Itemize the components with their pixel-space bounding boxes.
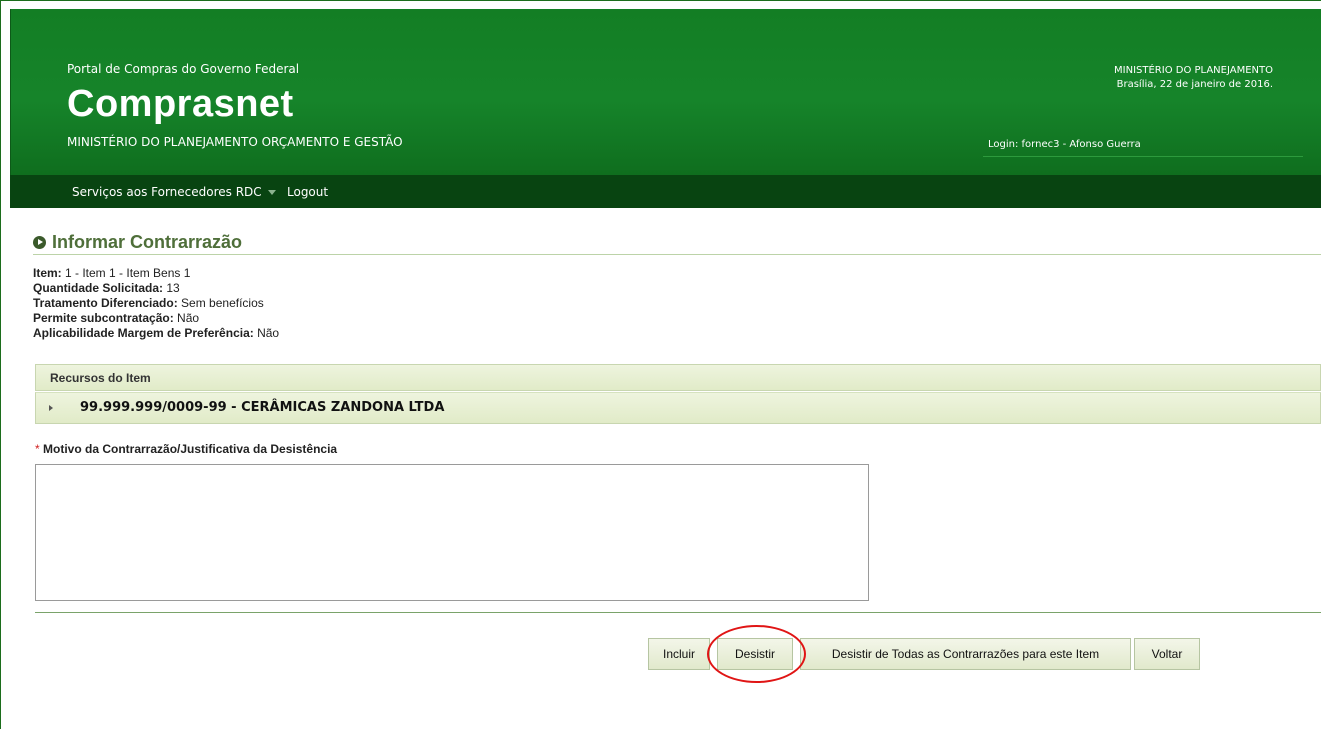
portal-subtitle: Portal de Compras do Governo Federal: [67, 62, 300, 76]
item-info: Item: 1 - Item 1 - Item Bens 1 Quantidad…: [33, 266, 279, 341]
page-title-text: Informar Contrarrazão: [52, 232, 243, 252]
info-label: Permite subcontratação:: [33, 311, 174, 325]
info-item: Quantidade Solicitada: 13: [33, 281, 279, 296]
motivo-textarea[interactable]: [35, 464, 869, 601]
nav-services-menu[interactable]: Serviços aos Fornecedores RDC: [72, 185, 276, 199]
info-value: Sem benefícios: [177, 296, 264, 310]
info-label: Aplicabilidade Margem de Preferência:: [33, 326, 254, 340]
site-header: Portal de Compras do Governo Federal Com…: [10, 9, 1321, 175]
current-date: Brasília, 22 de janeiro de 2016.: [1116, 79, 1273, 90]
recursos-section-header: Recursos do Item: [35, 364, 1321, 391]
info-value: Não: [253, 326, 280, 340]
desistir-todas-button[interactable]: Desistir de Todas as Contrarrazões para …: [800, 638, 1131, 670]
info-label: Tratamento Diferenciado:: [33, 296, 178, 310]
main-navbar: Serviços aos Fornecedores RDC Logout: [10, 175, 1321, 208]
comprasnet-logo[interactable]: Comprasnet: [67, 83, 294, 126]
recurso-expandable-row[interactable]: 99.999.999/0009-99 - CERÂMICAS ZANDONA L…: [35, 392, 1321, 424]
info-label: Quantidade Solicitada:: [33, 281, 164, 295]
incluir-button[interactable]: Incluir: [648, 638, 710, 670]
form-divider: [35, 612, 1321, 613]
motivo-label: * Motivo da Contrarrazão/Justificativa d…: [35, 442, 337, 456]
ministry-short: MINISTÉRIO DO PLANEJAMENTO: [1114, 65, 1273, 76]
login-info: Login: fornec3 - Afonso Guerra: [988, 139, 1141, 150]
nav-services-label: Serviços aos Fornecedores RDC: [72, 185, 262, 199]
chevron-down-icon: [267, 190, 276, 195]
info-value: 1 - Item 1 - Item Bens 1: [61, 266, 191, 280]
expand-arrow-icon[interactable]: [49, 405, 53, 411]
info-item: Permite subcontratação: Não: [33, 311, 279, 326]
info-item: Tratamento Diferenciado: Sem benefícios: [33, 296, 279, 311]
arrow-circle-icon: [33, 236, 46, 249]
ministry-name: MINISTÉRIO DO PLANEJAMENTO ORÇAMENTO E G…: [67, 135, 403, 149]
info-value: 13: [163, 281, 180, 295]
desistir-button[interactable]: Desistir: [717, 638, 793, 670]
header-info: MINISTÉRIO DO PLANEJAMENTO Brasília, 22 …: [1114, 64, 1273, 92]
recurso-company: 99.999.999/0009-99 - CERÂMICAS ZANDONA L…: [80, 400, 445, 415]
info-item: Aplicabilidade Margem de Preferência: Nã…: [33, 326, 279, 341]
page-title: Informar Contrarrazão: [33, 232, 242, 253]
voltar-button[interactable]: Voltar: [1134, 638, 1200, 670]
info-label: Item:: [33, 266, 62, 280]
nav-logout-link[interactable]: Logout: [287, 185, 328, 199]
info-item: Item: 1 - Item 1 - Item Bens 1: [33, 266, 279, 281]
login-divider: [983, 156, 1303, 157]
title-divider: [33, 254, 1321, 255]
motivo-label-text: Motivo da Contrarrazão/Justificativa da …: [39, 442, 338, 456]
recursos-title: Recursos do Item: [50, 371, 151, 385]
info-value: Não: [173, 311, 200, 325]
